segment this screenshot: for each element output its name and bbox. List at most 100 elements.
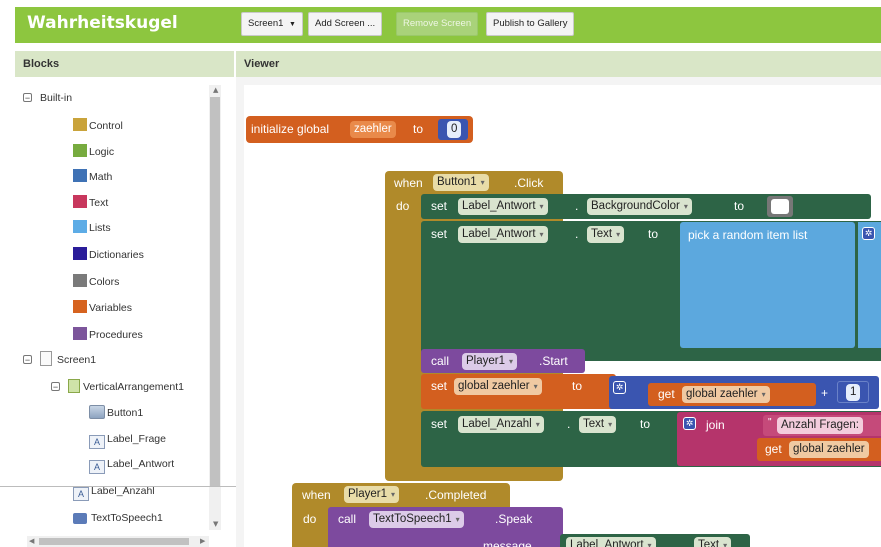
tree-item-procedures[interactable]: Procedures — [73, 326, 143, 344]
gear-icon[interactable]: ✲ — [683, 417, 696, 430]
text-color-swatch — [73, 195, 87, 208]
block-keyword: do — [396, 199, 410, 213]
remove-screen-button[interactable]: Remove Screen — [396, 12, 479, 36]
tree-texttospeech[interactable]: TextToSpeech1 — [73, 509, 163, 527]
component-dropdown[interactable]: Label_Anzahl ▾ — [458, 416, 544, 433]
number-block[interactable]: 1 — [837, 381, 869, 403]
initialize-global-block[interactable]: initialize global zaehler to 0 — [246, 116, 473, 143]
tree-item-colors[interactable]: Colors — [73, 273, 119, 291]
tree-item-label: Control — [89, 120, 123, 132]
set-background-color-block[interactable]: set Label_Antwort ▾ . BackgroundColor ▾ to — [421, 194, 871, 219]
tree-item-logic[interactable]: Logic — [73, 143, 114, 161]
variable-dropdown[interactable]: global zaehler ▾ — [454, 378, 542, 395]
component-dropdown-label: Button1 — [437, 176, 477, 188]
variable-dropdown[interactable]: global zaehler ▾ — [682, 386, 770, 403]
collapse-icon[interactable]: − — [23, 355, 32, 365]
blocks-workspace[interactable]: initialize global zaehler to 0 when Butt… — [236, 77, 881, 547]
collapse-icon[interactable]: − — [51, 382, 60, 392]
tree-builtin[interactable]: − Built-in — [23, 89, 72, 107]
call-speak-block[interactable]: call TextToSpeech1 ▾ .Speak message — [328, 507, 563, 547]
publish-to-gallery-button[interactable]: Publish to Gallery — [486, 12, 575, 36]
workspace-canvas[interactable]: initialize global zaehler to 0 when Butt… — [244, 85, 881, 547]
chevron-down-icon: ▾ — [647, 541, 652, 547]
make-list-block[interactable]: ✲ — [858, 222, 881, 348]
get-label-text-block[interactable]: Label_Antwort ▾ Text ▾ — [560, 534, 750, 547]
tree-item-lists[interactable]: Lists — [73, 219, 111, 237]
block-keyword: . — [567, 417, 571, 431]
color-swatch-white[interactable] — [771, 199, 789, 214]
property-dropdown[interactable]: Text ▾ — [694, 537, 732, 547]
scroll-left-arrow-icon[interactable]: ◀ — [29, 537, 34, 545]
label-icon: A — [89, 435, 105, 449]
property-dropdown-label: Text — [591, 228, 613, 240]
component-dropdown-label: Label_Antwort — [570, 539, 644, 547]
block-keyword: to — [734, 199, 745, 213]
tree-item-control[interactable]: Control — [73, 117, 123, 135]
chevron-down-icon: ▾ — [539, 202, 544, 211]
scroll-up-arrow-icon[interactable]: ▲ — [213, 86, 218, 94]
scroll-down-arrow-icon[interactable]: ▼ — [213, 520, 218, 528]
text-string-block[interactable]: " Anzahl Fragen: — [763, 415, 881, 436]
collapse-icon[interactable]: − — [23, 93, 32, 103]
tree-screen1[interactable]: − Screen1 — [23, 351, 96, 369]
color-block[interactable] — [767, 196, 793, 217]
component-dropdown[interactable]: Player1 ▾ — [344, 486, 400, 503]
tree-button1[interactable]: Button1 — [89, 404, 143, 422]
tree-label-frage[interactable]: A Label_Frage — [89, 430, 166, 449]
global-name-field[interactable]: zaehler — [350, 121, 396, 138]
block-keyword: set — [431, 379, 448, 393]
chevron-down-icon: ▾ — [509, 357, 514, 366]
variable-dropdown-label: global zaehler — [793, 443, 865, 455]
gear-icon[interactable]: ✲ — [613, 381, 626, 394]
tree-scrollbar-thumb[interactable] — [210, 97, 220, 487]
number-field[interactable]: 0 — [447, 121, 462, 138]
chevron-down-icon: ▾ — [391, 490, 396, 499]
tree-item-math[interactable]: Math — [73, 168, 112, 186]
variable-dropdown[interactable]: global zaehler — [789, 441, 869, 458]
scroll-right-arrow-icon[interactable]: ▶ — [200, 537, 205, 545]
tree-vertical-arrangement[interactable]: − VerticalArrangement1 — [51, 378, 184, 396]
chevron-down-icon: ▼ — [289, 21, 296, 28]
number-field[interactable]: 1 — [846, 384, 861, 401]
tree-item-label: Lists — [89, 222, 111, 234]
lists-color-swatch — [73, 220, 87, 233]
component-dropdown[interactable]: Button1 ▾ — [433, 174, 489, 191]
block-keyword: .Click — [514, 176, 544, 190]
add-screen-button[interactable]: Add Screen ... — [308, 12, 383, 36]
call-player-start-block[interactable]: call Player1 ▾ .Start — [421, 349, 585, 373]
tree-item-text[interactable]: Text — [73, 194, 108, 212]
chevron-down-icon: ▾ — [723, 541, 728, 547]
screen-select-button[interactable]: Screen1 ▼ — [241, 12, 303, 36]
gear-icon[interactable]: ✲ — [862, 227, 875, 240]
block-keyword: to — [648, 227, 659, 241]
component-dropdown-label: Player1 — [466, 355, 505, 367]
component-dropdown[interactable]: Player1 ▾ — [462, 353, 518, 370]
chevron-down-icon: ▾ — [480, 178, 485, 187]
chevron-down-icon: ▾ — [608, 420, 613, 429]
component-dropdown[interactable]: Label_Antwort ▾ — [566, 537, 656, 547]
tree-item-label: Math — [89, 171, 113, 183]
property-dropdown[interactable]: Text ▾ — [579, 416, 617, 433]
block-keyword: get — [765, 442, 782, 456]
tree-label-anzahl[interactable]: A Label_Anzahl — [73, 482, 155, 501]
string-field[interactable]: Anzahl Fragen: — [777, 417, 863, 434]
set-global-block[interactable]: set global zaehler ▾ to — [421, 374, 616, 409]
component-dropdown-label: Label_Anzahl — [462, 418, 532, 430]
block-keyword: join — [706, 418, 725, 432]
pick-random-item-block[interactable]: pick a random item list — [680, 222, 855, 348]
tree-item-variables[interactable]: Variables — [73, 299, 132, 317]
property-dropdown[interactable]: BackgroundColor ▾ — [587, 198, 692, 215]
tree-horizontal-scrollbar-thumb[interactable] — [39, 538, 189, 545]
component-dropdown[interactable]: Label_Antwort ▾ — [458, 198, 548, 215]
property-dropdown[interactable]: Text ▾ — [587, 226, 625, 243]
tree-label-antwort[interactable]: A Label_Antwort — [89, 455, 174, 474]
component-dropdown[interactable]: TextToSpeech1 ▾ — [369, 511, 464, 528]
block-keyword: call — [338, 512, 357, 526]
block-keyword: . — [575, 199, 579, 213]
block-keyword: .Start — [539, 354, 568, 368]
get-global-block[interactable]: get global zaehler — [757, 438, 881, 461]
tree-item-dictionaries[interactable]: Dictionaries — [73, 246, 144, 264]
component-dropdown[interactable]: Label_Antwort ▾ — [458, 226, 548, 243]
get-global-block[interactable]: get global zaehler ▾ — [648, 383, 816, 406]
number-block[interactable]: 0 — [438, 119, 468, 140]
